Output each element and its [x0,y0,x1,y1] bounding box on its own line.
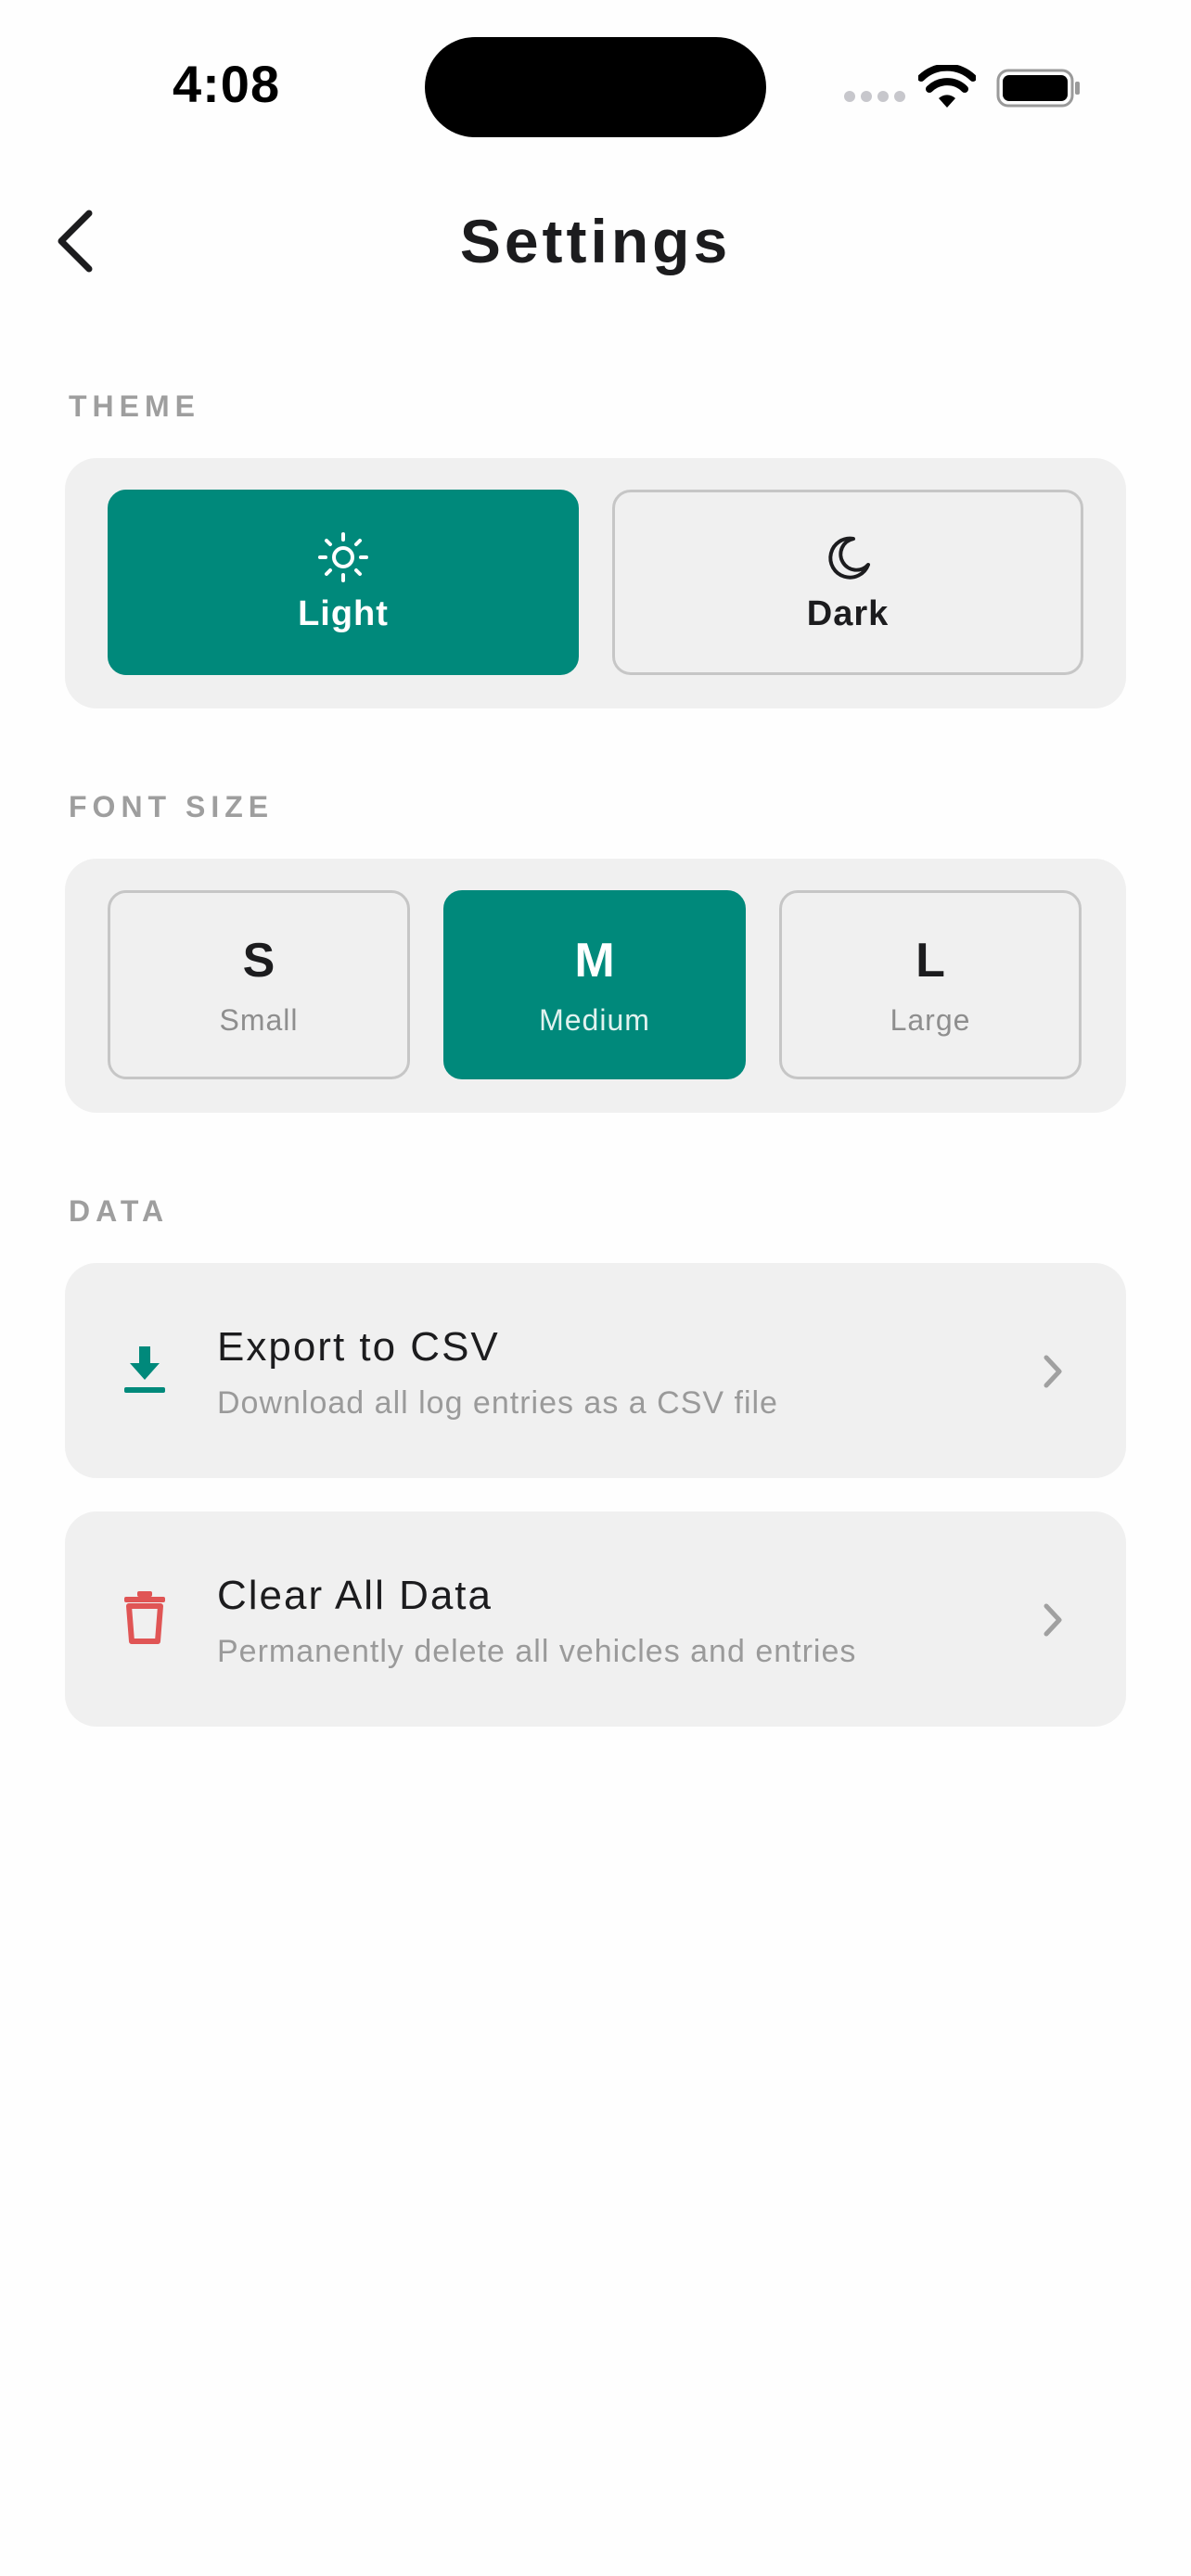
clear-all-data-row[interactable]: Clear All Data Permanently delete all ve… [65,1511,1126,1727]
wifi-icon [918,65,976,108]
export-csv-title: Export to CSV [217,1324,500,1370]
font-size-medium-letter: M [574,933,615,988]
font-size-selector: S Small M Medium L Large [65,859,1126,1113]
font-size-section-label: FONT SIZE [69,790,275,823]
chevron-right-icon [1044,1603,1062,1637]
font-size-medium-button[interactable]: M Medium [443,890,746,1079]
status-time: 4:08 [173,55,281,113]
battery-icon [996,69,1080,108]
font-size-medium-label: Medium [539,1002,650,1037]
chevron-right-icon [1044,1355,1062,1388]
font-size-large-label: Large [890,1002,971,1037]
theme-light-label: Light [298,593,389,633]
theme-light-button[interactable]: Light [108,490,579,675]
cellular-signal-icon [844,91,905,102]
settings-screen: 4:08 Settings THEME Light Dark FONT SIZE… [0,0,1191,2576]
theme-dark-button[interactable]: Dark [612,490,1083,675]
theme-selector: Light Dark [65,458,1126,708]
font-size-large-button[interactable]: L Large [779,890,1082,1079]
theme-section-label: THEME [69,389,200,423]
dynamic-island [425,37,766,137]
moon-icon [828,536,870,580]
theme-dark-label: Dark [806,593,890,633]
font-size-small-button[interactable]: S Small [108,890,410,1079]
clear-all-data-title: Clear All Data [217,1573,493,1618]
export-csv-row[interactable]: Export to CSV Download all log entries a… [65,1263,1126,1478]
export-csv-subtitle: Download all log entries as a CSV file [217,1385,778,1421]
sun-icon [318,531,368,582]
download-icon [124,1346,165,1393]
clear-all-data-subtitle: Permanently delete all vehicles and entr… [217,1634,857,1669]
trash-icon [124,1591,165,1644]
data-section-label: DATA [69,1194,170,1228]
font-size-small-label: Small [219,1002,299,1037]
font-size-small-letter: S [242,933,275,988]
page-title: Settings [459,207,732,275]
font-size-large-letter: L [916,933,945,988]
